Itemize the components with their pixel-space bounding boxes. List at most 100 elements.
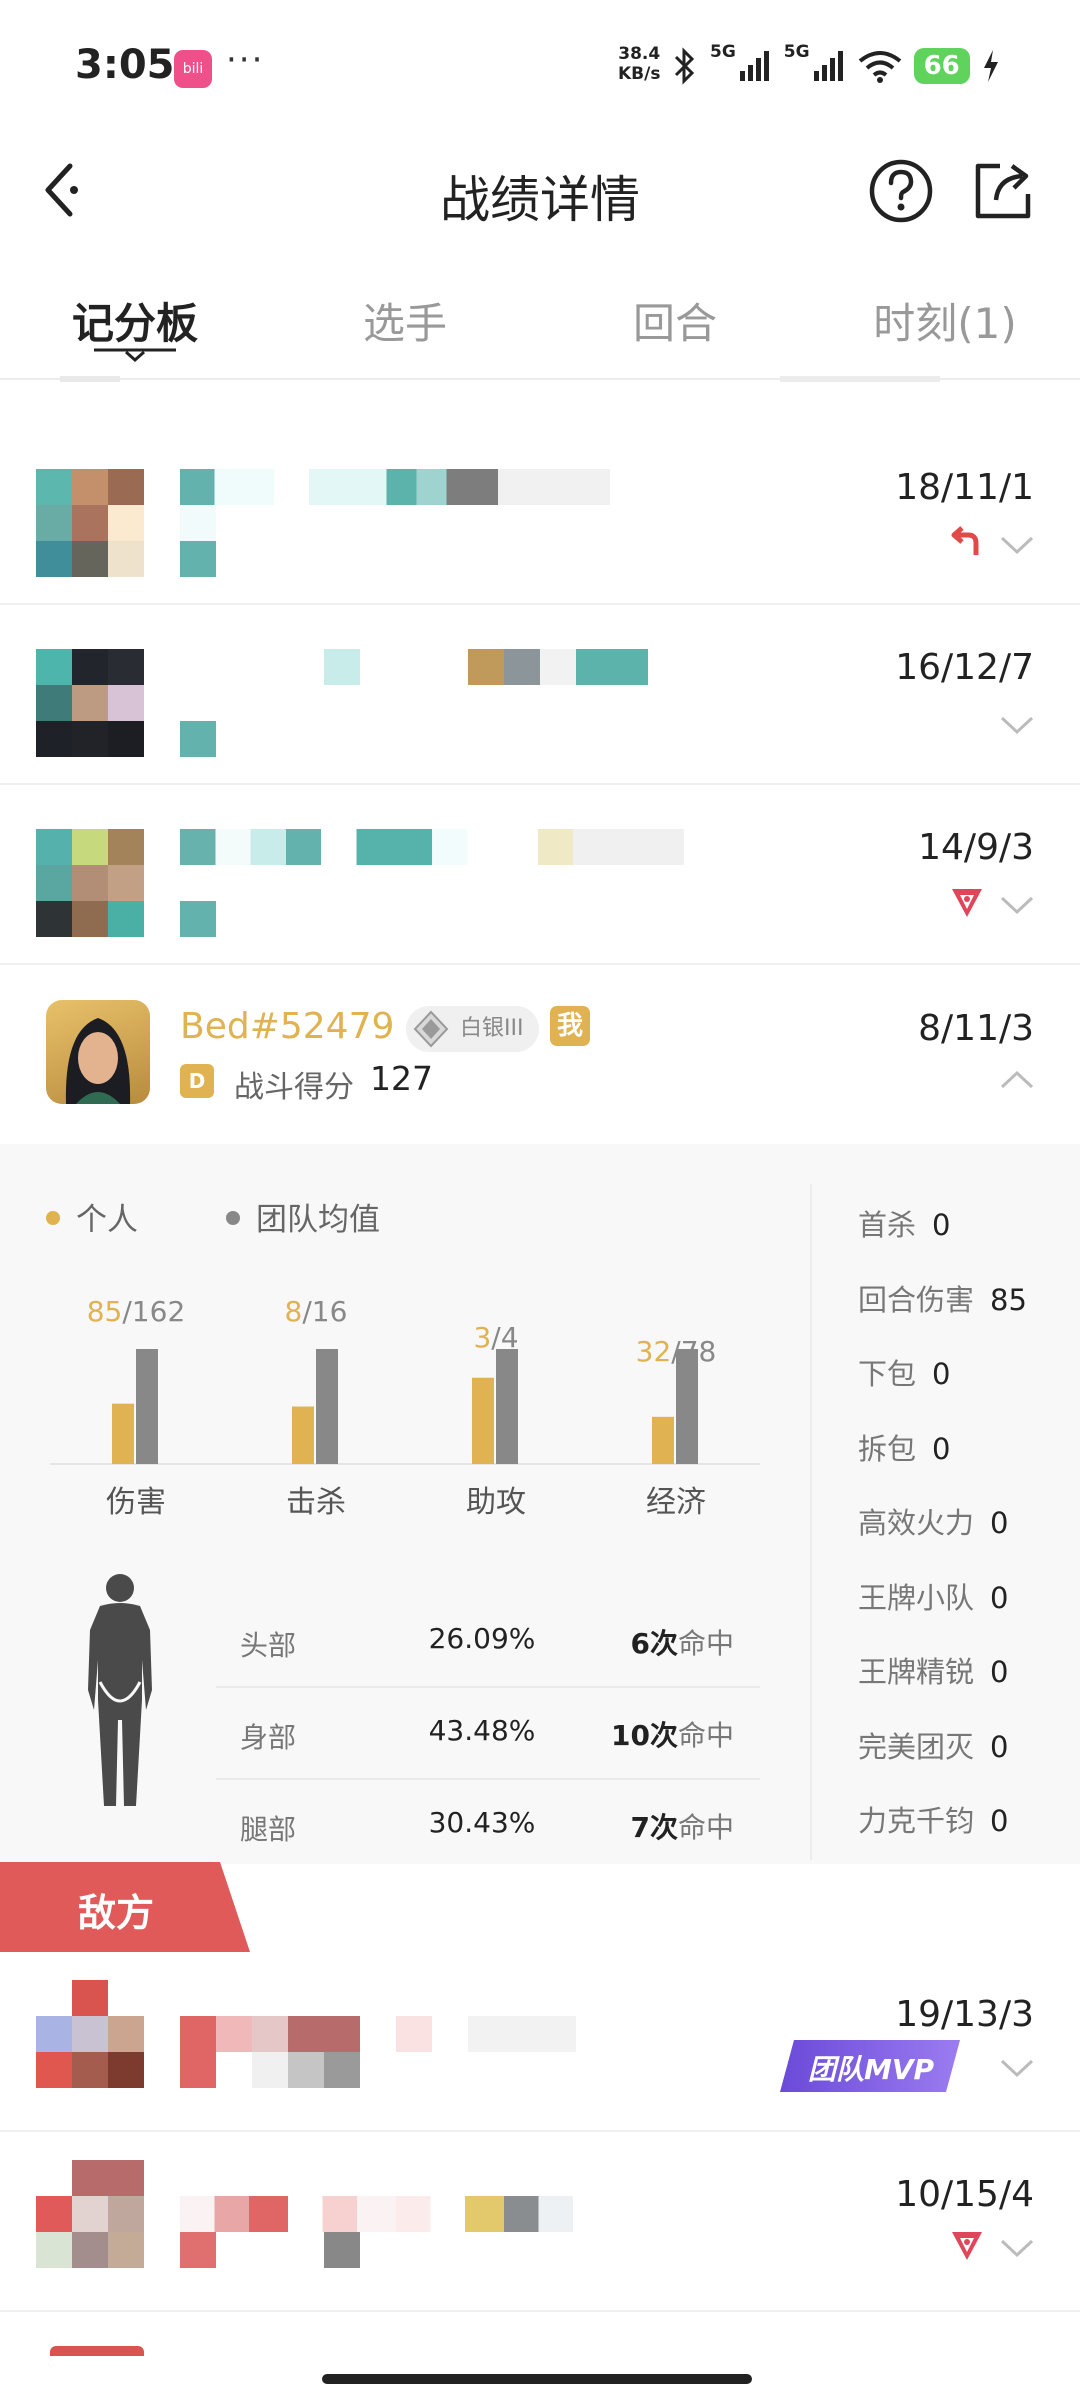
hit-count-value: 10 — [611, 1719, 650, 1752]
side-stat-item: 完美团灭 0 — [858, 1724, 1008, 1766]
bar-category-label: 击杀 — [286, 1485, 346, 1520]
tab-players[interactable]: 选手 — [305, 290, 505, 351]
battery-indicator: 66 — [913, 48, 970, 84]
rank-silver-icon — [413, 1010, 449, 1048]
enemy-player-row[interactable]: 10/15/4 — [0, 2132, 1080, 2312]
hit-count-suffix: 命中 — [677, 1627, 734, 1660]
chevron-down-icon[interactable] — [1000, 2058, 1034, 2078]
tab-scoreboard[interactable]: 记分板 — [35, 290, 235, 351]
chevron-down-icon[interactable] — [1000, 2238, 1034, 2258]
return-arrow-icon — [951, 526, 979, 555]
back-button[interactable] — [40, 158, 100, 222]
share-icon — [975, 163, 1031, 219]
hit-count: 6次命中 — [630, 1622, 734, 1662]
back-arrow-icon — [45, 163, 78, 217]
side-stat-value: 0 — [990, 1506, 1009, 1540]
triangle-logo-icon — [952, 889, 982, 917]
team-mvp-badge: 团队MVP — [780, 2040, 960, 2092]
hit-row-body: 身部 43.48% 10次命中 — [216, 1688, 760, 1780]
tab-moments[interactable]: 时刻(1) — [845, 290, 1045, 351]
agent-portrait-icon — [65, 1018, 131, 1104]
side-stat-value: 0 — [990, 1655, 1009, 1689]
home-indicator[interactable] — [322, 2374, 752, 2384]
side-stat-value: 0 — [932, 1357, 951, 1391]
hit-percent: 26.09% — [428, 1622, 536, 1655]
subtitle-pixelated — [180, 721, 216, 757]
bar-value-label: 8/16 — [285, 1295, 348, 1328]
player-row[interactable]: 18/11/1 — [0, 425, 1080, 605]
side-stat-item: 回合伤害 85 — [858, 1277, 1027, 1319]
expanded-player-row[interactable]: Bed#52479 白银III 我 D 战斗得分 127 8/11/3 — [0, 966, 1080, 1144]
bluetooth-icon — [674, 47, 695, 85]
net-speed: 38.4 KB/s — [618, 44, 660, 84]
bar-value-personal: 3 — [473, 1321, 491, 1354]
tab-bar: 记分板 选手 回合 时刻(1) — [0, 270, 1080, 380]
avatar-pixelated — [36, 1980, 144, 2088]
header: 战绩详情 — [0, 140, 1080, 240]
bar-personal — [652, 1416, 674, 1464]
side-stat-label: 回合伤害 — [858, 1282, 975, 1317]
side-stat-label: 完美团灭 — [858, 1729, 975, 1764]
side-stat-value: 0 — [990, 1804, 1009, 1838]
hit-count-unit: 次 — [649, 1627, 678, 1660]
bar-value-label: 3/4 — [473, 1321, 518, 1354]
stats-bar-chart: 85/162 伤害 8/16 击杀 3/4 助攻 32/78 经济 — [50, 1295, 760, 1520]
side-stat-label: 下包 — [858, 1357, 917, 1391]
side-stat-item: 首杀 0 — [858, 1202, 950, 1244]
subtitle-pixelated — [180, 2232, 216, 2268]
status-bar: 3:05 bili ··· 38.4 KB/s 5G 5G 66 — [0, 0, 1080, 130]
name-pixelated — [396, 2016, 432, 2052]
kda-score: 14/9/3 — [918, 827, 1034, 868]
name-pixelated — [180, 829, 684, 865]
next-row-avatar-peek — [50, 2346, 144, 2356]
bar-value-team: /78 — [671, 1335, 716, 1368]
hit-count-value: 6 — [630, 1627, 650, 1660]
mvp-badge-label: 团队MVP — [808, 2053, 935, 2086]
chevron-up-icon[interactable] — [1000, 1070, 1034, 1090]
signal-icon — [813, 51, 843, 81]
panel-divider — [810, 1184, 812, 1860]
side-stat-label: 高效火力 — [858, 1506, 975, 1540]
name-pixelated — [468, 2016, 576, 2052]
sim2-5g-label: 5G — [783, 42, 810, 62]
stats-panel: 个人 团队均值 85/162 伤害 8/16 击杀 3/4 助攻 32/78 经济 头部 26… — [0, 1144, 1080, 1864]
side-stat-item: 力克千钧 0 — [858, 1798, 1008, 1840]
side-stat-item: 王牌精锐 0 — [858, 1649, 1008, 1691]
tab-rounds[interactable]: 回合 — [575, 290, 775, 351]
side-stat-label: 王牌精锐 — [858, 1655, 975, 1689]
side-stat-item: 王牌小队 0 — [858, 1575, 1008, 1617]
side-stat-value: 0 — [990, 1580, 1009, 1615]
bar-personal — [292, 1406, 314, 1464]
scrolled-row-remnant — [780, 376, 940, 382]
hit-count-value: 7 — [630, 1811, 650, 1844]
hit-count-suffix: 命中 — [677, 1811, 734, 1844]
chevron-down-icon[interactable] — [1000, 895, 1034, 915]
chevron-down-icon[interactable] — [1000, 535, 1034, 555]
bar-value-personal: 85 — [87, 1295, 123, 1328]
player-name: Bed#52479 — [180, 1006, 395, 1047]
bar-value-personal: 32 — [636, 1335, 672, 1368]
hit-part: 头部 — [240, 1629, 297, 1662]
bar-value-label: 32/78 — [636, 1335, 717, 1368]
bar-value-team: /162 — [122, 1295, 185, 1328]
agent-avatar — [46, 1000, 150, 1104]
bar-value-team: /16 — [302, 1295, 347, 1328]
sim1-5g-label: 5G — [710, 42, 736, 62]
triangle-logo-icon — [952, 2232, 982, 2260]
hit-count: 10次命中 — [611, 1714, 734, 1754]
more-notifications-icon: ··· — [226, 40, 265, 80]
name-pixelated — [180, 469, 610, 505]
subtitle-pixelated — [180, 901, 216, 937]
scrolled-row-remnant — [60, 376, 120, 382]
help-button[interactable] — [868, 158, 934, 224]
combat-score-label: 战斗得分 — [234, 1070, 354, 1105]
share-button[interactable] — [970, 158, 1036, 224]
hit-percent: 43.48% — [428, 1714, 536, 1747]
kda-score: 10/15/4 — [895, 2174, 1034, 2215]
subtitle-pixelated — [180, 541, 216, 577]
avatar-pixelated — [36, 649, 144, 757]
chevron-down-icon[interactable] — [1000, 715, 1034, 735]
player-row[interactable]: 14/9/3 — [0, 785, 1080, 965]
player-row[interactable]: 16/12/7 — [0, 605, 1080, 785]
active-tab-indicator — [94, 348, 176, 362]
